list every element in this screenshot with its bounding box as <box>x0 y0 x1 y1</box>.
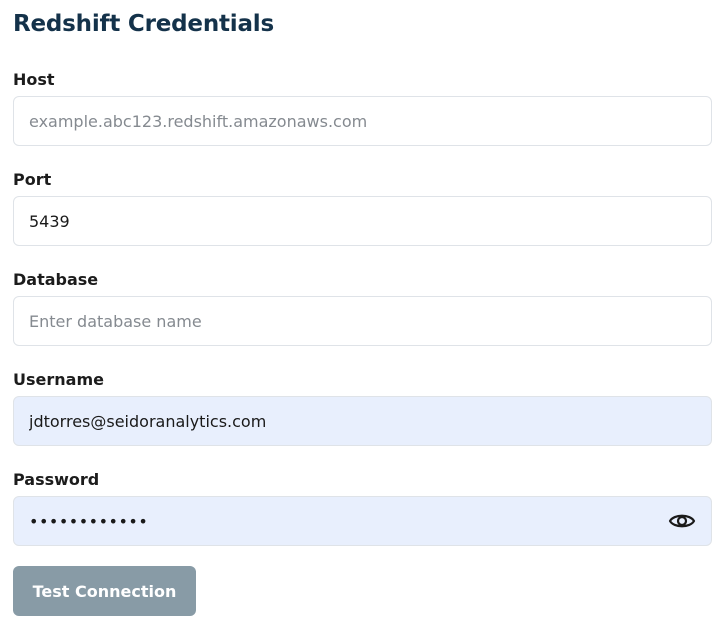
redshift-credentials-form: Redshift Credentials Host Port Database … <box>0 0 724 643</box>
test-connection-button[interactable]: Test Connection <box>13 566 196 616</box>
database-label: Database <box>13 270 99 289</box>
port-input[interactable] <box>29 211 696 231</box>
port-label: Port <box>13 170 52 189</box>
page-title: Redshift Credentials <box>13 11 274 37</box>
username-label: Username <box>13 370 104 389</box>
host-field-container <box>13 96 712 146</box>
database-input[interactable] <box>29 311 696 331</box>
password-label: Password <box>13 470 100 489</box>
eye-icon[interactable] <box>667 506 697 536</box>
username-input[interactable] <box>29 411 696 431</box>
host-input[interactable] <box>29 111 696 131</box>
password-field-container <box>13 496 712 546</box>
username-field-container <box>13 396 712 446</box>
port-field-container <box>13 196 712 246</box>
host-label: Host <box>13 70 55 89</box>
database-field-container <box>13 296 712 346</box>
password-input[interactable] <box>29 511 667 531</box>
